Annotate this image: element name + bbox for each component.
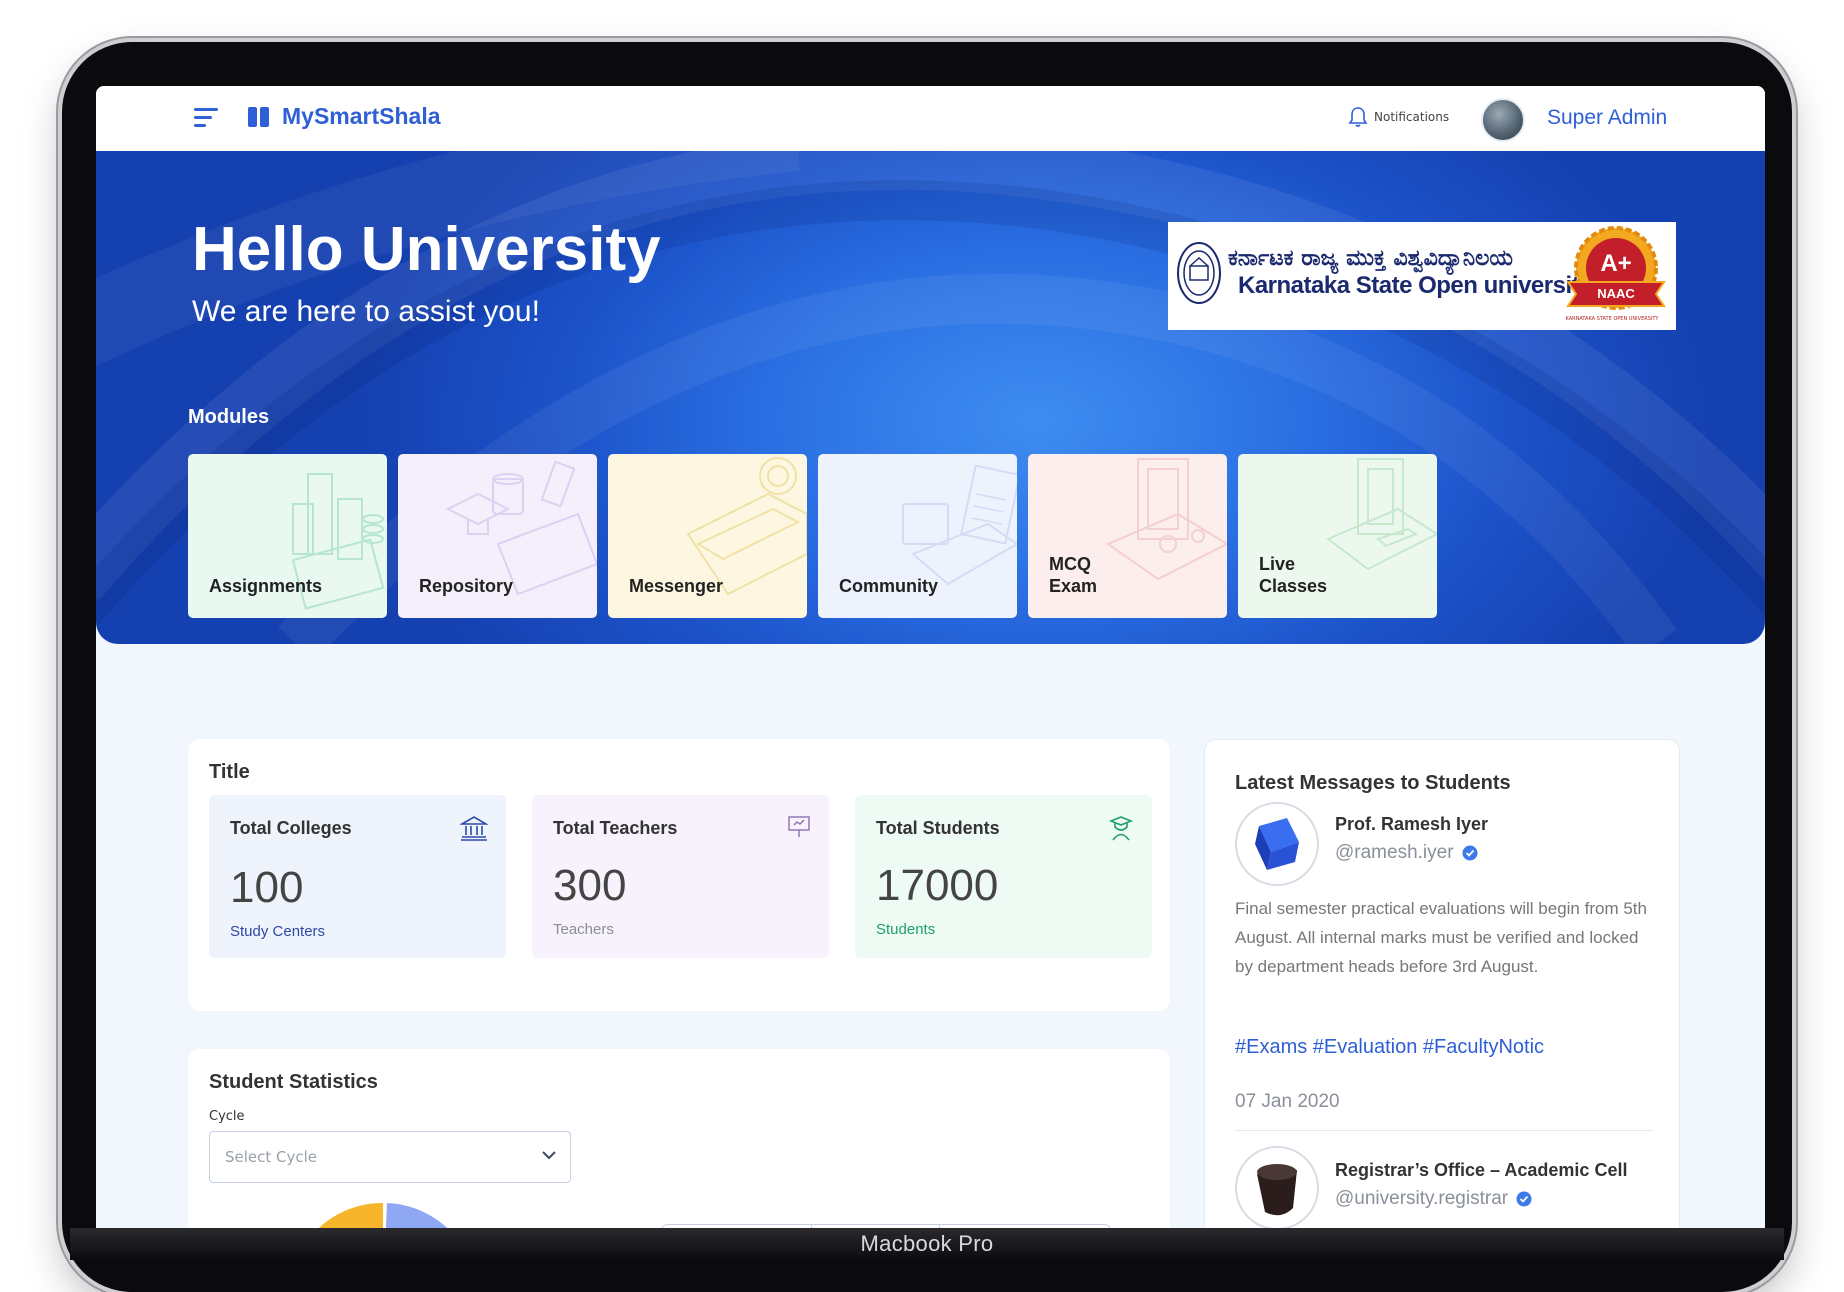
module-label: Repository [419, 576, 514, 596]
module-label: MCQ Exam [1049, 554, 1098, 596]
cube-icon [1255, 818, 1299, 870]
stat-total-teachers[interactable]: Total Teachers 300 Teachers [532, 795, 829, 958]
module-mcq-exam[interactable]: MCQ Exam [1028, 454, 1227, 618]
student-icon [1108, 816, 1134, 841]
message-avatar[interactable] [1235, 802, 1319, 886]
module-community[interactable]: Community [818, 454, 1017, 618]
stat-label: Total Colleges [230, 818, 352, 838]
module-repository[interactable]: Repository [398, 454, 597, 618]
stats-card-title: Title [209, 761, 250, 783]
notifications-label: Notifications [1374, 110, 1450, 124]
university-name-english: Karnataka State Open university [1238, 272, 1592, 299]
naac-footer: KARNATAKA STATE OPEN UNIVERSITY [1565, 316, 1659, 322]
app-screen: MySmartShala Notifications Super Admin H… [96, 86, 1765, 1230]
latest-messages-card: Latest Messages to Students Prof. Ramesh… [1204, 739, 1680, 1230]
stat-label: Total Teachers [553, 818, 678, 838]
message-sender-name: Prof. Ramesh Iyer [1335, 814, 1489, 834]
bell-icon [1348, 107, 1368, 127]
naac-grade: A+ [1600, 250, 1632, 277]
user-name[interactable]: Super Admin [1547, 106, 1667, 130]
brand-logo[interactable]: MySmartShala [248, 103, 441, 130]
module-label: Live Classes [1259, 554, 1328, 596]
message-date: 07 Jan 2020 [1235, 1091, 1340, 1112]
module-label: Messenger [629, 576, 724, 596]
user-avatar[interactable] [1481, 98, 1525, 142]
student-pie-chart[interactable] [283, 1197, 483, 1230]
book-icon [248, 106, 270, 127]
hero-banner: Hello University We are here to assist y… [96, 151, 1765, 644]
top-navbar: MySmartShala Notifications Super Admin [96, 86, 1765, 151]
hero-title: Hello University [192, 215, 661, 284]
stat-unit: Study Centers [230, 923, 326, 940]
university-logo: ಕರ್ನಾಟಕ ರಾಜ್ಯ ಮುಕ್ತ ವಿಶ್ವವಿದ್ಯಾನಿಲಯ Karn… [1168, 222, 1676, 330]
hero-subtitle: We are here to assist you! [192, 295, 540, 328]
university-seal-icon [1177, 242, 1221, 304]
handle-text: @ramesh.iyer [1335, 842, 1454, 863]
module-label: Assignments [209, 576, 323, 596]
message-sender-handle[interactable]: @ramesh.iyer [1335, 842, 1478, 864]
module-live-classes[interactable]: Live Classes [1238, 454, 1437, 618]
module-messenger[interactable]: Messenger [608, 454, 807, 618]
laptop-bottom-bezel: Macbook Pro [70, 1228, 1784, 1260]
menu-icon[interactable] [194, 108, 220, 130]
stat-unit: Students [876, 921, 936, 938]
message-body: Final semester practical evaluations wil… [1235, 899, 1647, 976]
cycle-select-placeholder: Select Cycle [225, 1148, 318, 1166]
message-avatar[interactable] [1235, 1146, 1319, 1230]
module-label: Community [839, 576, 938, 596]
cylinder-icon [1257, 1164, 1297, 1216]
message-sender-name: Registrar’s Office – Academic Cell [1335, 1160, 1628, 1180]
presentation-icon [788, 816, 810, 837]
verified-icon [1516, 1191, 1532, 1207]
cycle-select[interactable]: Select Cycle [209, 1131, 571, 1183]
stats-card: Title Total Colleges 100 Study Centers T… [188, 739, 1170, 1011]
stat-total-students[interactable]: Total Students 17000 Students [855, 795, 1152, 958]
message-divider [1235, 1130, 1653, 1131]
naac-label: NAAC [1597, 286, 1635, 301]
messages-title: Latest Messages to Students [1235, 772, 1511, 794]
stat-value: 300 [553, 861, 627, 910]
brand-name: MySmartShala [282, 103, 441, 129]
stat-value: 17000 [876, 861, 999, 910]
cycle-label: Cycle [209, 1109, 245, 1124]
stat-total-colleges[interactable]: Total Colleges 100 Study Centers [209, 795, 506, 958]
modules-heading: Modules [188, 406, 270, 428]
university-name-kannada: ಕರ್ನಾಟಕ ರಾಜ್ಯ ಮುಕ್ತ ವಿಶ್ವವಿದ್ಯಾನಿಲಯ [1228, 246, 1513, 271]
message-tags[interactable]: #Exams #Evaluation #FacultyNotic [1235, 1036, 1544, 1059]
stat-value: 100 [230, 863, 304, 912]
student-statistics-title: Student Statistics [209, 1071, 378, 1093]
module-assignments[interactable]: Assignments [188, 454, 387, 618]
naac-badge: A+ NAAC [1560, 224, 1672, 324]
handle-text: @university.registrar [1335, 1188, 1509, 1209]
bank-icon [460, 816, 488, 841]
stat-unit: Teachers [553, 921, 614, 938]
message-sender-handle[interactable]: @university.registrar [1335, 1188, 1532, 1210]
chevron-down-icon [542, 1151, 556, 1160]
student-statistics-card: Student Statistics Cycle Select Cycle [188, 1049, 1170, 1230]
device-label: Macbook Pro [860, 1231, 994, 1256]
stat-label: Total Students [876, 818, 1000, 838]
notifications-button[interactable]: Notifications [1348, 106, 1449, 128]
verified-icon [1462, 845, 1478, 861]
